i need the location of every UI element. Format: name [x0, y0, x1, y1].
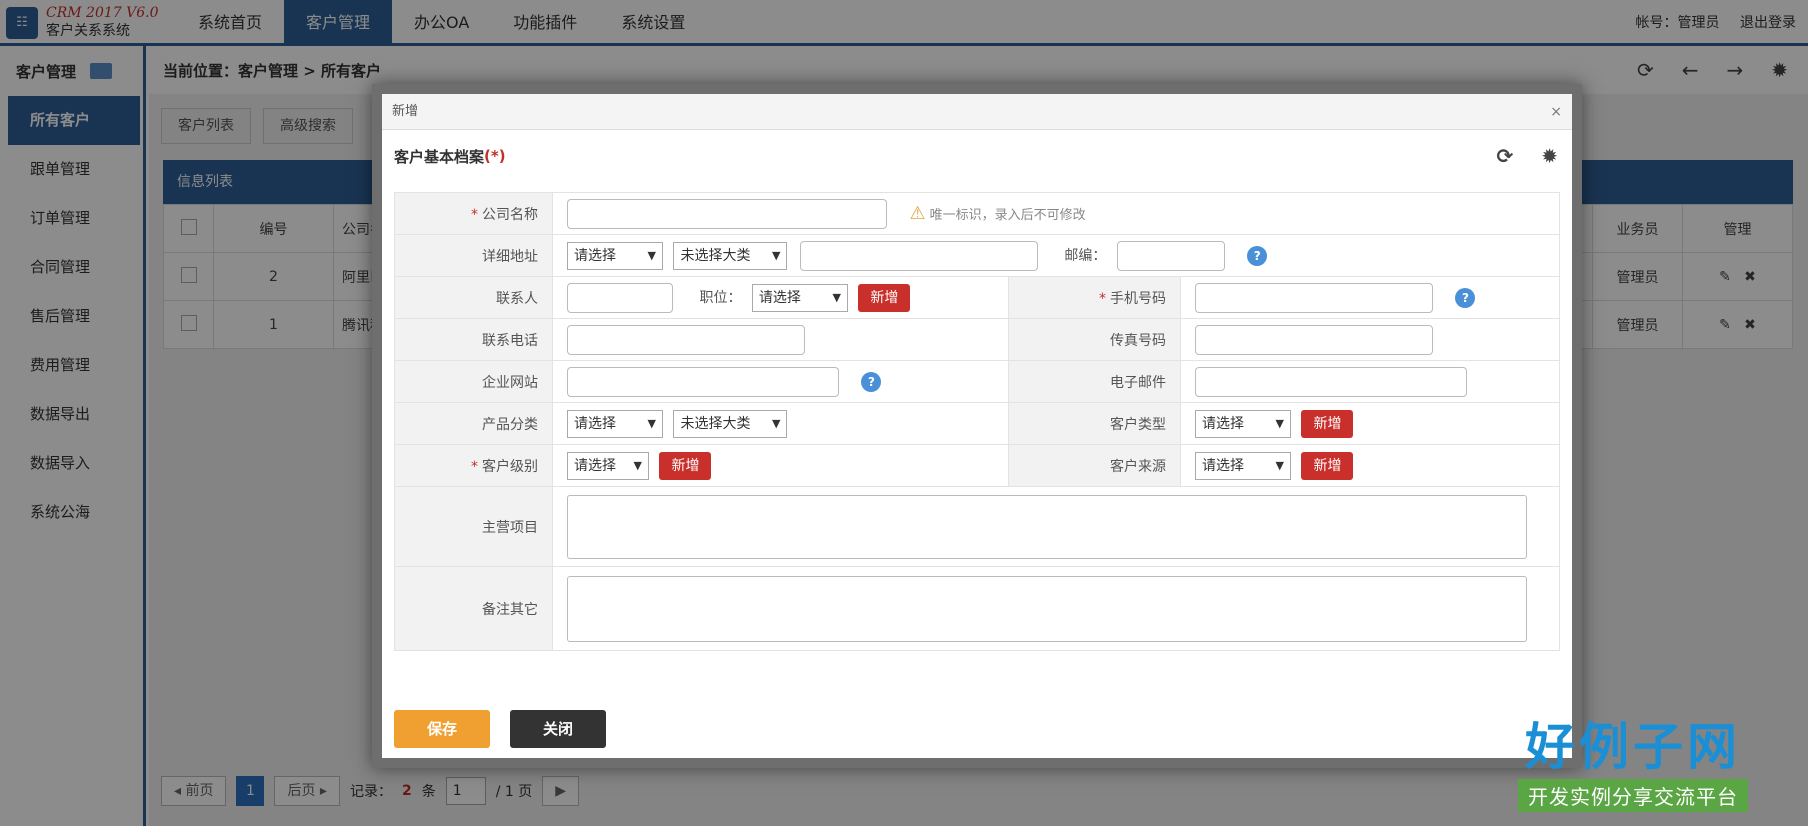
- address-detail-input[interactable]: [799, 240, 1038, 271]
- phone-cell: [551, 318, 1010, 361]
- company-hint: ⚠ 唯一标识，录入后不可修改: [909, 203, 1086, 224]
- form-row-address: 详细地址 请选择 ▼ 未选择大类 ▼ 邮编： ?: [394, 234, 1560, 277]
- subcategory-select[interactable]: 未选择大类 ▼: [673, 409, 788, 438]
- source-select[interactable]: 请选择 ▼: [1195, 451, 1292, 480]
- form-actions: ⟳ ✹: [1496, 144, 1558, 168]
- mobile-label: * 手机号码: [1008, 276, 1182, 319]
- business-textarea[interactable]: [567, 494, 1527, 559]
- phone-label: 联系电话: [394, 318, 553, 361]
- level-select[interactable]: 请选择 ▼: [567, 451, 649, 480]
- dialog-titlebar: 新增 ×: [382, 94, 1572, 130]
- watermark-subtitle: 开发实例分享交流平台: [1518, 779, 1748, 812]
- phone-input[interactable]: [567, 324, 805, 355]
- add-source-button[interactable]: 新增: [1301, 451, 1354, 480]
- category-cell: 请选择 ▼ 未选择大类 ▼: [551, 402, 1010, 445]
- dialog-close-icon[interactable]: ×: [1550, 94, 1562, 130]
- add-customer-dialog: 新增 × 客户基本档案 (*) ⟳ ✹ * 公司名称 ⚠ 唯一标识，录入后不可修改 …: [372, 84, 1582, 768]
- remark-textarea[interactable]: [567, 575, 1527, 642]
- email-label: 电子邮件: [1008, 360, 1182, 403]
- website-cell: ?: [551, 360, 1010, 403]
- watermark-title: 好例子网: [1525, 718, 1741, 776]
- form-heading: 客户基本档案 (*) ⟳ ✹: [382, 130, 1572, 182]
- site-watermark: 好例子网 开发实例分享交流平台: [1518, 707, 1748, 812]
- warning-icon: ⚠: [909, 203, 926, 224]
- form-row-level: * 客户级别 请选择 ▼ 新增 客户来源 请选择 ▼ 新增: [394, 444, 1560, 487]
- form-row-phone: 联系电话 传真号码: [394, 318, 1560, 361]
- form-row-company: * 公司名称 ⚠ 唯一标识，录入后不可修改: [394, 192, 1560, 235]
- category-label: 产品分类: [394, 402, 553, 445]
- company-label: * 公司名称: [394, 192, 553, 235]
- form-heading-text: 客户基本档案: [394, 147, 485, 166]
- remark-label: 备注其它: [394, 566, 553, 651]
- customer-form: * 公司名称 ⚠ 唯一标识，录入后不可修改 详细地址 请选择 ▼ 未选择大类 ▼ 邮编：…: [394, 192, 1560, 651]
- customer-type-select[interactable]: 请选择 ▼: [1195, 409, 1292, 438]
- company-name-input[interactable]: [567, 198, 887, 229]
- customer-type-cell: 请选择 ▼ 新增: [1180, 402, 1560, 445]
- source-label: 客户来源: [1008, 444, 1182, 487]
- company-cell: ⚠ 唯一标识，录入后不可修改: [552, 192, 1560, 235]
- position-select[interactable]: 请选择 ▼: [751, 283, 848, 312]
- customer-type-label: 客户类型: [1008, 402, 1182, 445]
- website-input[interactable]: [567, 366, 839, 397]
- email-input[interactable]: [1195, 366, 1468, 397]
- form-heading-required: (*): [484, 147, 506, 165]
- level-label: * 客户级别: [394, 444, 553, 487]
- dialog-footer: 保存 关闭: [394, 710, 606, 748]
- refresh-icon[interactable]: ⟳: [1496, 144, 1513, 168]
- gear-icon[interactable]: ✹: [1541, 144, 1558, 168]
- add-customer-type-button[interactable]: 新增: [1301, 409, 1354, 438]
- contact-input[interactable]: [567, 282, 673, 313]
- form-row-business: 主营项目: [394, 486, 1560, 567]
- form-row-category: 产品分类 请选择 ▼ 未选择大类 ▼ 客户类型 请选择 ▼ 新增: [394, 402, 1560, 445]
- help-icon[interactable]: ?: [1247, 245, 1268, 266]
- zipcode-label: 邮编：: [1064, 247, 1107, 264]
- fax-input[interactable]: [1195, 324, 1434, 355]
- address-city-select[interactable]: 未选择大类 ▼: [673, 241, 788, 270]
- dialog-title: 新增: [392, 104, 419, 119]
- form-row-contact: 联系人 职位： 请选择 ▼ 新增 * 手机号码 ?: [394, 276, 1560, 319]
- help-icon[interactable]: ?: [861, 371, 882, 392]
- address-label: 详细地址: [394, 234, 553, 277]
- help-icon[interactable]: ?: [1455, 287, 1476, 308]
- contact-cell: 职位： 请选择 ▼ 新增: [551, 276, 1010, 319]
- remark-cell: [552, 566, 1560, 651]
- level-cell: 请选择 ▼ 新增: [551, 444, 1010, 487]
- add-position-button[interactable]: 新增: [858, 283, 911, 312]
- category-select[interactable]: 请选择 ▼: [567, 409, 663, 438]
- contact-label: 联系人: [394, 276, 553, 319]
- position-label: 职位：: [699, 289, 742, 306]
- fax-label: 传真号码: [1008, 318, 1182, 361]
- add-level-button[interactable]: 新增: [659, 451, 712, 480]
- source-cell: 请选择 ▼ 新增: [1180, 444, 1560, 487]
- business-cell: [552, 486, 1560, 567]
- email-cell: [1180, 360, 1560, 403]
- address-province-select[interactable]: 请选择 ▼: [567, 241, 663, 270]
- zipcode-input[interactable]: [1116, 240, 1225, 271]
- save-button[interactable]: 保存: [394, 710, 490, 748]
- website-label: 企业网站: [394, 360, 553, 403]
- business-label: 主营项目: [394, 486, 553, 567]
- mobile-cell: ?: [1180, 276, 1560, 319]
- address-cell: 请选择 ▼ 未选择大类 ▼ 邮编： ?: [552, 234, 1560, 277]
- form-row-website: 企业网站 ? 电子邮件: [394, 360, 1560, 403]
- mobile-input[interactable]: [1195, 282, 1434, 313]
- form-row-remark: 备注其它: [394, 566, 1560, 651]
- close-button[interactable]: 关闭: [510, 710, 606, 748]
- fax-cell: [1180, 318, 1560, 361]
